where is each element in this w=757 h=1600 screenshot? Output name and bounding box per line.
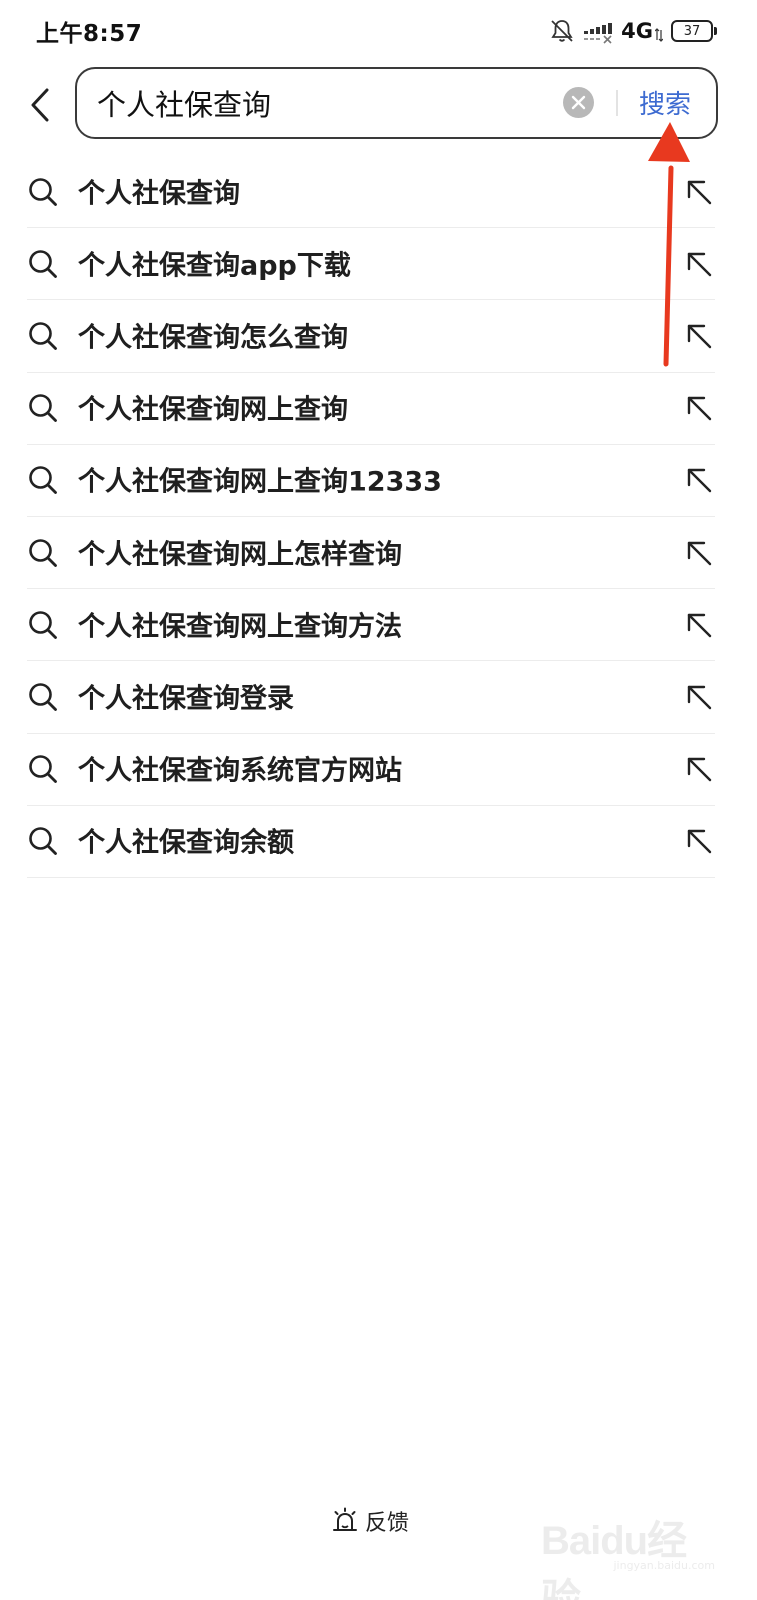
search-icon xyxy=(29,249,57,278)
feedback-label: 反馈 xyxy=(365,1511,410,1536)
bell-muted-icon xyxy=(551,20,573,42)
search-icon xyxy=(29,466,57,495)
search-icon xyxy=(29,755,57,783)
suggestion-item[interactable]: 个人社保查询网上查询12333 xyxy=(27,445,715,517)
search-icon xyxy=(29,177,57,206)
feedback-button[interactable]: 反馈 xyxy=(331,1503,409,1539)
suggestion-item[interactable]: 个人社保查询登录 xyxy=(27,661,715,734)
suggestion-text: 个人社保查询网上查询方法 xyxy=(78,611,402,643)
suggestion-text: 个人社保查询系统官方网站 xyxy=(78,755,402,787)
suggestion-text: 个人社保查询网上怎样查询 xyxy=(78,539,402,571)
watermark-logo: Baidu经验 xyxy=(541,1519,687,1600)
watermark: Baidu经验 jingyan.baidu.com xyxy=(541,1502,721,1600)
suggestion-item[interactable]: 个人社保查询网上怎样查询 xyxy=(27,517,715,590)
network-type: 4G xyxy=(621,19,653,43)
suggestion-item[interactable]: 个人社保查询怎么查询 xyxy=(27,300,715,373)
chevron-left-icon xyxy=(31,88,49,122)
suggestion-text: 个人社保查询网上查询12333 xyxy=(78,467,442,499)
fill-query-arrow-icon[interactable] xyxy=(685,466,713,494)
fill-query-arrow-icon[interactable] xyxy=(685,394,713,422)
suggestion-text: 个人社保查询余额 xyxy=(78,828,294,860)
data-transfer-icon xyxy=(655,28,663,42)
fill-query-arrow-icon[interactable] xyxy=(685,827,713,855)
fill-query-arrow-icon[interactable] xyxy=(685,539,713,567)
search-input[interactable] xyxy=(97,69,557,136)
suggestion-text: 个人社保查询登录 xyxy=(78,683,294,715)
fill-query-arrow-icon[interactable] xyxy=(685,611,713,639)
feedback-alarm-icon xyxy=(333,1507,357,1531)
search-icon xyxy=(29,827,57,856)
suggestion-item[interactable]: 个人社保查询app下载 xyxy=(27,228,715,301)
suggestion-item[interactable]: 个人社保查询网上查询方法 xyxy=(27,589,715,662)
status-time: 上午8:57 xyxy=(36,21,143,47)
search-icon xyxy=(29,610,57,639)
suggestion-item[interactable]: 个人社保查询余额 xyxy=(27,806,715,878)
signal-icon xyxy=(584,23,613,44)
back-button[interactable] xyxy=(20,80,60,130)
search-icon xyxy=(29,538,57,567)
clear-button[interactable] xyxy=(563,87,594,118)
search-icon xyxy=(29,394,57,423)
battery-icon: 37 xyxy=(671,20,717,42)
fill-query-arrow-icon[interactable] xyxy=(685,683,713,711)
annotation-arrow xyxy=(648,122,690,367)
suggestion-text: 个人社保查询 xyxy=(78,178,240,210)
suggestion-text: 个人社保查询怎么查询 xyxy=(78,322,348,354)
status-bar: 上午8:57 4G 37 xyxy=(0,0,757,62)
status-icons: 4G 37 xyxy=(549,16,717,46)
suggestion-item[interactable]: 个人社保查询系统官方网站 xyxy=(27,734,715,806)
suggestion-item[interactable]: 个人社保查询网上查询 xyxy=(27,373,715,445)
suggestion-text: 个人社保查询网上查询 xyxy=(78,394,348,426)
close-icon xyxy=(571,95,586,110)
suggestion-list: 个人社保查询 个人社保查询app下载 个人社保查询怎么查询 个人社保查询网上查询 个人社… xyxy=(27,156,715,878)
search-divider xyxy=(616,90,618,116)
suggestion-item[interactable]: 个人社保查询 xyxy=(27,156,715,229)
search-icon xyxy=(29,683,57,711)
search-icon xyxy=(29,322,57,350)
fill-query-arrow-icon[interactable] xyxy=(685,755,713,783)
search-bar[interactable]: 搜索 xyxy=(75,67,718,139)
battery-level: 37 xyxy=(683,23,701,39)
watermark-url: jingyan.baidu.com xyxy=(613,1559,715,1572)
suggestion-text: 个人社保查询app下载 xyxy=(78,250,351,282)
